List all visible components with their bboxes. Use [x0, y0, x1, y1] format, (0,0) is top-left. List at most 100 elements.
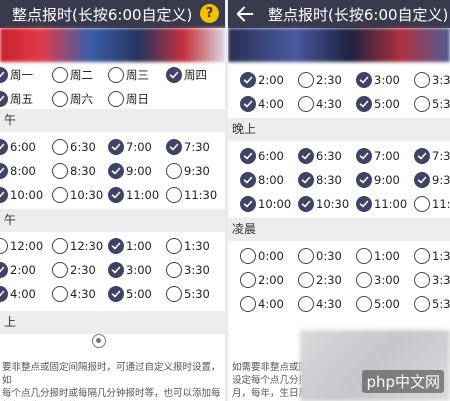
settings-icon[interactable] [92, 334, 106, 348]
radio-unchecked-icon[interactable] [0, 238, 8, 254]
time-option[interactable]: 8:00 [0, 161, 36, 181]
time-option[interactable]: 12:30 [52, 236, 103, 256]
radio-checked-icon[interactable] [0, 67, 8, 83]
radio-unchecked-icon[interactable] [414, 248, 430, 264]
time-option[interactable]: 1:00 [356, 246, 400, 266]
time-option[interactable]: 3:00 [356, 270, 400, 290]
back-arrow-icon[interactable] [234, 3, 256, 25]
radio-unchecked-icon[interactable] [414, 72, 430, 88]
radio-checked-icon[interactable] [166, 139, 182, 155]
radio-checked-icon[interactable] [356, 196, 372, 212]
time-option[interactable]: 0:30 [298, 246, 342, 266]
radio-checked-icon[interactable] [108, 163, 124, 179]
radio-checked-icon[interactable] [414, 148, 430, 164]
radio-unchecked-icon[interactable] [356, 272, 372, 288]
radio-unchecked-icon[interactable] [52, 139, 68, 155]
time-option[interactable]: 2:00 [0, 260, 36, 280]
time-option[interactable]: 6:30 [298, 146, 342, 166]
time-option[interactable]: 4:30 [52, 284, 96, 304]
time-option[interactable]: 9:30 [414, 170, 450, 190]
radio-unchecked-icon[interactable] [414, 296, 430, 312]
time-option[interactable]: 2:30 [298, 270, 342, 290]
time-option[interactable]: 8:00 [240, 170, 284, 190]
time-option[interactable]: 5:00 [108, 284, 152, 304]
radio-unchecked-icon[interactable] [356, 296, 372, 312]
weekday-option[interactable]: 周六 [52, 89, 93, 109]
radio-checked-icon[interactable] [356, 72, 372, 88]
weekday-option[interactable]: 周二 [52, 65, 93, 85]
radio-checked-icon[interactable] [240, 72, 256, 88]
radio-checked-icon[interactable] [108, 262, 124, 278]
radio-unchecked-icon[interactable] [298, 96, 314, 112]
radio-checked-icon[interactable] [356, 148, 372, 164]
time-option[interactable]: 1:00 [108, 236, 152, 256]
radio-unchecked-icon[interactable] [414, 196, 430, 212]
radio-unchecked-icon[interactable] [166, 286, 182, 302]
time-option[interactable]: 9:30 [166, 161, 210, 181]
time-option[interactable]: 5:30 [414, 294, 450, 314]
radio-unchecked-icon[interactable] [52, 163, 68, 179]
radio-checked-icon[interactable] [356, 96, 372, 112]
weekday-option[interactable]: 周五 [0, 89, 33, 109]
time-option[interactable]: 10:00 [0, 185, 43, 205]
time-option[interactable]: 2:00 [240, 270, 284, 290]
time-option[interactable]: 4:00 [240, 94, 284, 114]
radio-unchecked-icon[interactable] [298, 248, 314, 264]
radio-checked-icon[interactable] [240, 172, 256, 188]
time-option[interactable]: 4:30 [298, 294, 342, 314]
time-option[interactable]: 9:00 [108, 161, 152, 181]
radio-unchecked-icon[interactable] [298, 72, 314, 88]
time-option[interactable]: 7:00 [108, 137, 152, 157]
time-option[interactable]: 11:00 [108, 185, 159, 205]
time-option[interactable]: 5:30 [414, 94, 450, 114]
radio-unchecked-icon[interactable] [52, 187, 68, 203]
time-option[interactable]: 2:30 [52, 260, 96, 280]
radio-unchecked-icon[interactable] [166, 238, 182, 254]
time-option[interactable]: 3:30 [166, 260, 210, 280]
radio-checked-icon[interactable] [0, 262, 8, 278]
time-option[interactable]: 3:00 [356, 70, 400, 90]
radio-unchecked-icon[interactable] [240, 296, 256, 312]
time-option[interactable]: 6:00 [0, 137, 36, 157]
time-option[interactable]: 4:00 [0, 284, 36, 304]
time-option[interactable]: 10:00 [240, 194, 291, 214]
radio-unchecked-icon[interactable] [414, 96, 430, 112]
radio-checked-icon[interactable] [166, 67, 182, 83]
time-option[interactable]: 3:30 [414, 270, 450, 290]
weekday-option[interactable]: 周三 [108, 65, 149, 85]
radio-checked-icon[interactable] [356, 172, 372, 188]
radio-unchecked-icon[interactable] [52, 286, 68, 302]
weekday-option[interactable]: 周四 [166, 65, 207, 85]
radio-checked-icon[interactable] [0, 286, 8, 302]
radio-unchecked-icon[interactable] [298, 272, 314, 288]
radio-unchecked-icon[interactable] [356, 248, 372, 264]
time-option[interactable]: 11:30 [166, 185, 217, 205]
time-option[interactable]: 7:30 [166, 137, 210, 157]
radio-checked-icon[interactable] [240, 196, 256, 212]
time-option[interactable]: 0:00 [240, 246, 284, 266]
radio-checked-icon[interactable] [414, 172, 430, 188]
time-option[interactable]: 8:30 [52, 161, 96, 181]
time-option[interactable]: 5:30 [166, 284, 210, 304]
radio-checked-icon[interactable] [108, 238, 124, 254]
time-option[interactable]: 4:30 [298, 94, 342, 114]
time-option[interactable]: 5:00 [356, 94, 400, 114]
radio-unchecked-icon[interactable] [52, 262, 68, 278]
radio-unchecked-icon[interactable] [240, 248, 256, 264]
time-option[interactable]: 4:00 [240, 294, 284, 314]
time-option[interactable]: 9:00 [356, 170, 400, 190]
radio-unchecked-icon[interactable] [414, 272, 430, 288]
radio-unchecked-icon[interactable] [52, 67, 68, 83]
radio-unchecked-icon[interactable] [52, 238, 68, 254]
radio-unchecked-icon[interactable] [52, 91, 68, 107]
radio-unchecked-icon[interactable] [240, 272, 256, 288]
radio-checked-icon[interactable] [298, 172, 314, 188]
radio-checked-icon[interactable] [0, 139, 8, 155]
time-option[interactable]: 3:00 [108, 260, 152, 280]
radio-checked-icon[interactable] [240, 96, 256, 112]
radio-unchecked-icon[interactable] [108, 67, 124, 83]
radio-unchecked-icon[interactable] [166, 163, 182, 179]
radio-unchecked-icon[interactable] [166, 187, 182, 203]
time-option[interactable]: 2:30 [298, 70, 342, 90]
radio-checked-icon[interactable] [108, 139, 124, 155]
